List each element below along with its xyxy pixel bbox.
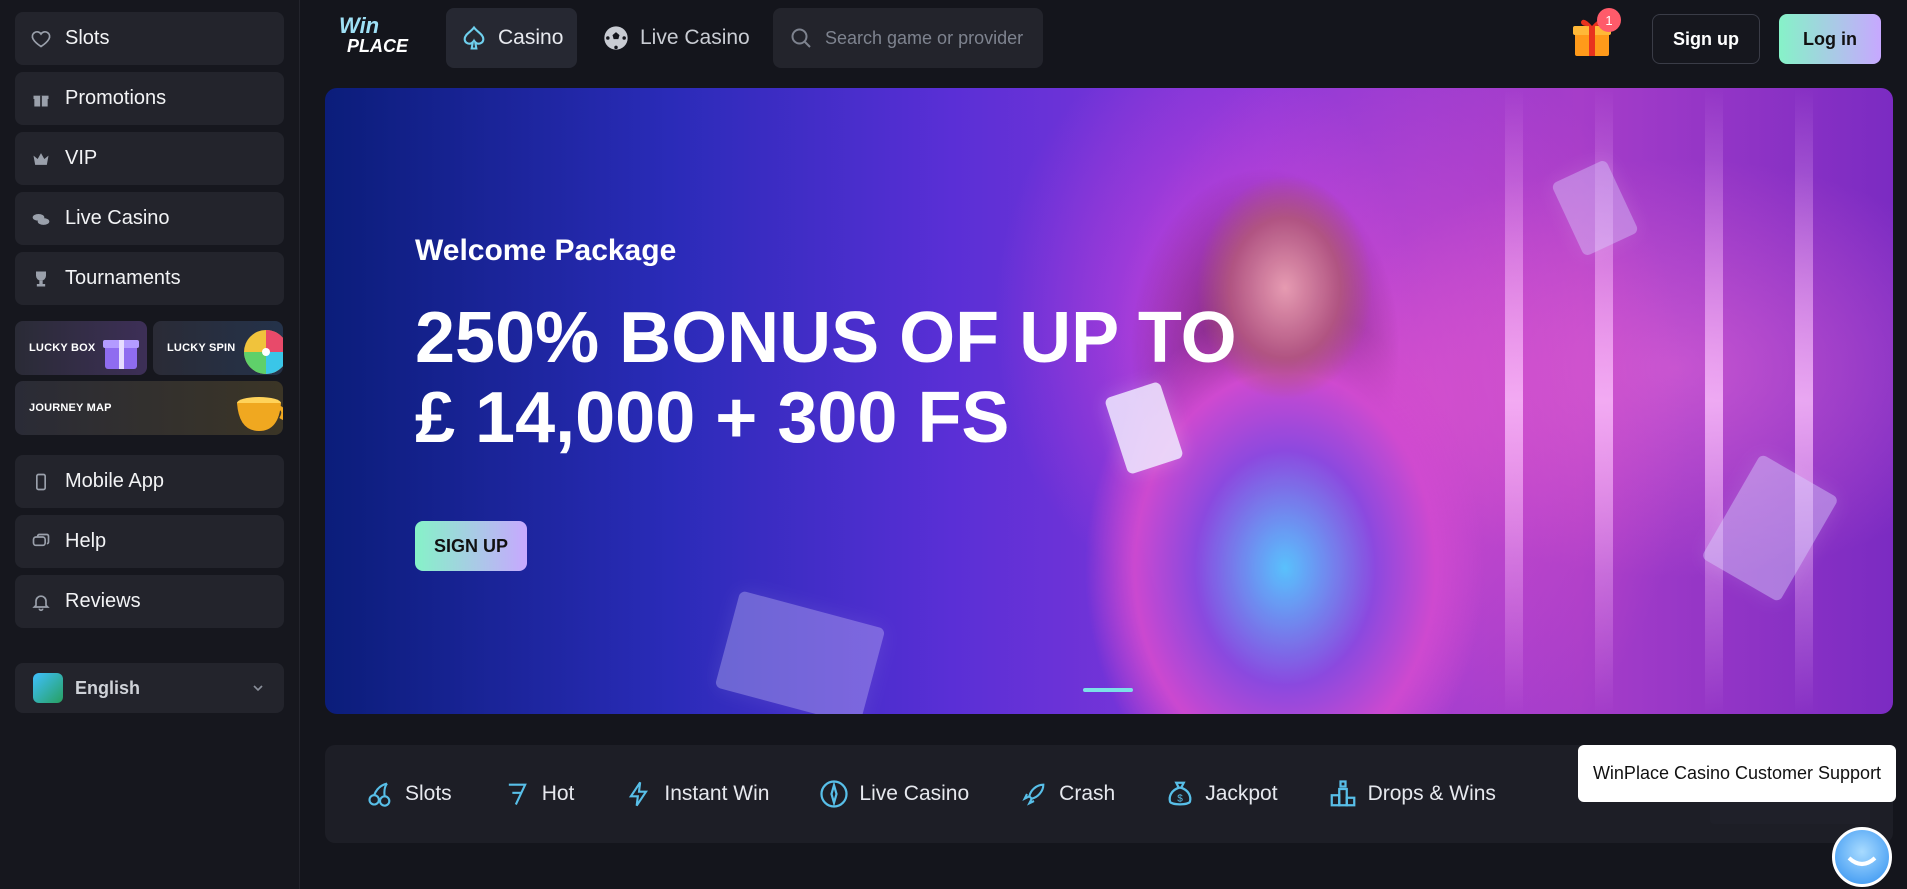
podium-icon [1328,779,1358,809]
support-tooltip: WinPlace Casino Customer Support [1578,745,1896,802]
sidebar-item-label: Live Casino [65,207,170,229]
tab-label: Live Casino [640,26,750,49]
top-header: Win PLACE Casino Live Casino 1 Sign up L… [301,0,1907,76]
search-input[interactable] [825,27,1025,49]
rocket-icon [1019,779,1049,809]
present-box-icon [103,340,139,369]
compass-icon [819,779,849,809]
sidebar-item-label: Promotions [65,87,167,109]
golden-cup-icon [237,397,283,431]
globe-icon [33,673,63,703]
tab-live-casino[interactable]: Live Casino [588,8,764,68]
category-jackpot[interactable]: $ Jackpot [1165,779,1278,809]
sidebar-item-label: Help [65,530,107,552]
headline-line-1: 250% BONUS OF UP TO [415,298,1237,378]
banner-signup-button[interactable]: SIGN UP [415,521,527,571]
winplace-logo[interactable]: Win PLACE [339,13,419,58]
headline-line-2: £ 14,000 + 300 FS [415,378,1010,458]
category-label: Jackpot [1205,782,1278,805]
lucky-spin-label: LUCKY SPIN [167,342,236,354]
wheel-icon [244,330,283,374]
phone-icon [31,472,51,492]
category-instant-win[interactable]: Instant Win [624,779,769,809]
language-selector[interactable]: English [15,663,284,713]
flying-card [1550,159,1640,257]
carousel-indicator[interactable] [1083,688,1133,692]
sidebar-item-tournaments[interactable]: Tournaments [15,252,284,305]
bell-icon [31,592,51,612]
seven-icon [502,779,532,809]
gift-icon [31,89,51,109]
signup-button[interactable]: Sign up [1652,14,1760,64]
category-label: Slots [405,782,452,805]
sidebar-item-mobile-app[interactable]: Mobile App [15,455,284,508]
category-label: Instant Win [664,782,770,805]
category-slots[interactable]: Slots [365,779,452,809]
support-chat-button[interactable] [1832,827,1892,887]
lucky-spin-tile[interactable]: LUCKY SPIN [153,321,283,375]
flying-card [714,590,886,714]
sidebar: Slots Promotions VIP Live Casino Tournam… [0,0,300,889]
lightning-icon [624,779,654,809]
chevron-down-icon [253,685,263,692]
tab-label: Casino [498,26,564,49]
search-bar[interactable] [773,8,1043,68]
sidebar-item-label: Mobile App [65,470,164,492]
login-button[interactable]: Log in [1779,14,1881,64]
category-crash[interactable]: Crash [1019,779,1115,809]
sidebar-item-reviews[interactable]: Reviews [15,575,284,628]
sidebar-item-slots[interactable]: Slots [15,12,284,65]
journey-map-label: JOURNEY MAP [29,402,112,414]
heart-icon [31,29,51,49]
lucky-box-label: LUCKY BOX [29,342,96,354]
category-label: Drops & Wins [1367,782,1496,805]
sidebar-item-label: Reviews [65,590,141,612]
spade-icon [460,24,488,52]
neon-light [1705,88,1723,714]
chat-bubble-icon [1847,856,1877,866]
sidebar-item-help[interactable]: Help [15,515,284,568]
money-bag-icon: $ [1165,779,1195,809]
crown-icon [31,149,51,169]
sidebar-item-vip[interactable]: VIP [15,132,284,185]
svg-text:$: $ [1177,794,1183,805]
trophy-icon [31,269,51,289]
category-hot[interactable]: Hot [502,779,575,809]
notification-badge: 1 [1597,8,1621,32]
category-drops-wins[interactable]: Drops & Wins [1328,779,1496,809]
lucky-box-tile[interactable]: LUCKY BOX [15,321,147,375]
banner-subtitle: Welcome Package [415,234,677,267]
sidebar-item-promotions[interactable]: Promotions [15,72,284,125]
logo-line-2: PLACE [347,36,409,56]
cherries-icon [365,779,395,809]
logo-line-1: Win [339,13,380,38]
sidebar-item-live-casino[interactable]: Live Casino [15,192,284,245]
category-label: Crash [1059,782,1116,805]
hero-banner[interactable]: Welcome Package 250% BONUS OF UP TO £ 14… [325,88,1893,714]
chips-icon [31,209,51,229]
sidebar-item-label: Tournaments [65,267,181,289]
category-label: Hot [541,782,575,805]
sidebar-item-label: Slots [65,27,110,49]
tab-casino[interactable]: Casino [446,8,578,68]
sidebar-item-label: VIP [65,147,98,169]
category-live-casino[interactable]: Live Casino [819,779,969,809]
category-label: Live Casino [859,782,970,805]
language-label: English [75,677,141,698]
journey-map-tile[interactable]: JOURNEY MAP [15,381,283,435]
search-icon [791,28,811,48]
chat-bubble-icon [31,532,51,552]
banner-headline: 250% BONUS OF UP TO £ 14,000 + 300 FS [415,298,1315,458]
football-icon [602,24,630,52]
neon-light [1795,88,1813,714]
